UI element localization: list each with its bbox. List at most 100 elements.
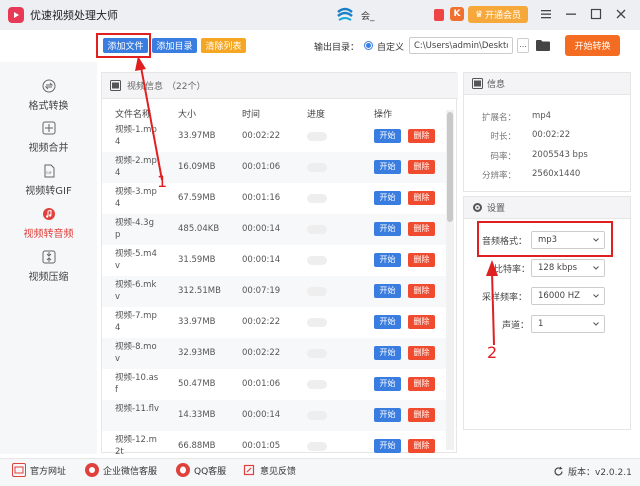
file-name-cell: 视频-4.3gp [115,218,154,240]
table-row[interactable]: 视频-1.mp4 33.97MB 00:02:22 开始 删除 [102,121,448,152]
website-label: 官方网址 [30,466,67,477]
file-name-cell: 视频-12.m2t [115,435,157,457]
file-panel-header: 视频信息 （22个） [102,73,458,99]
custom-dir-radio-label[interactable]: 自定义 [377,40,404,53]
file-name-cell: 视频-6.mkv [115,280,157,302]
start-button[interactable]: 开始 [374,191,401,205]
menu-icon[interactable] [538,6,554,22]
column-header-duration[interactable]: 时间 [242,107,260,120]
sidebar-item-label: 视频合并 [28,142,69,154]
delete-button[interactable]: 删除 [408,315,435,329]
delete-button[interactable]: 删除 [408,129,435,143]
start-button[interactable]: 开始 [374,346,401,360]
website-icon [12,463,26,477]
progress-bar [307,225,327,234]
sidebar-item-video-compress[interactable]: 视频压缩 [0,246,97,286]
delete-button[interactable]: 删除 [408,284,435,298]
open-folder-icon[interactable] [536,39,550,51]
user-area[interactable]: 会_ [335,6,383,24]
progress-bar [307,411,327,420]
progress-bar [307,442,327,451]
annotation-number-2: 2 [487,343,498,362]
sidebar-item-format-convert[interactable]: 格式转换 [0,75,97,115]
bitrate-select[interactable]: 128 kbps [531,259,605,277]
notification-badge[interactable] [434,9,444,21]
table-row[interactable]: 视频-6.mkv 312.51MB 00:07:19 开始 删除 [102,276,448,307]
start-button[interactable]: 开始 [374,439,401,453]
qq-icon [176,463,190,477]
column-header-name[interactable]: 文件名称 [115,107,151,120]
delete-button[interactable]: 删除 [408,408,435,422]
feedback-label: 意见反馈 [260,466,297,477]
sample-rate-label: 采样频率： [482,293,528,303]
delete-button[interactable]: 删除 [408,439,435,453]
settings-panel-header: 设置 [464,197,630,219]
file-duration-cell: 00:02:22 [242,317,281,327]
browse-more-button[interactable]: ... [517,38,529,53]
file-size-cell: 50.47MB [178,379,216,389]
table-row[interactable]: 视频-10.asf 50.47MB 00:01:06 开始 删除 [102,369,448,400]
start-button[interactable]: 开始 [374,377,401,391]
delete-button[interactable]: 删除 [408,346,435,360]
output-path-input[interactable] [409,37,513,54]
wechat-support-link[interactable]: 企业微信客服 [85,463,157,477]
file-duration-cell: 00:01:06 [242,379,281,389]
clear-list-button[interactable]: 清除列表 [201,38,246,53]
delete-button[interactable]: 删除 [408,253,435,267]
delete-button[interactable]: 删除 [408,222,435,236]
file-name-cell: 视频-2.mp4 [115,156,157,178]
qq-support-link[interactable]: QQ客服 [176,463,226,477]
close-icon[interactable] [613,6,629,22]
vip-k-badge[interactable]: K [450,7,464,21]
table-row[interactable]: 视频-3.mp4 67.59MB 00:01:16 开始 删除 [102,183,448,214]
table-row[interactable]: 视频-4.3gp 485.04KB 00:00:14 开始 删除 [102,214,448,245]
sidebar-item-video-to-gif[interactable]: GIF 视频转GIF [0,160,97,200]
bitrate-value: 128 kbps [538,263,578,273]
progress-bar [307,287,327,296]
channels-select[interactable]: 1 [531,315,605,333]
sample-rate-select[interactable]: 16000 HZ [531,287,605,305]
video-merge-icon [42,121,56,135]
start-button[interactable]: 开始 [374,222,401,236]
minimize-icon[interactable] [563,6,579,22]
table-row[interactable]: 视频-5.m4v 31.59MB 00:00:14 开始 删除 [102,245,448,276]
info-panel-header: 信息 [464,73,630,95]
info-key: 码率： [490,152,516,162]
maximize-icon[interactable] [588,6,604,22]
delete-button[interactable]: 删除 [408,377,435,391]
user-name: 会_ [361,11,375,22]
custom-dir-radio[interactable] [364,41,373,50]
start-button[interactable]: 开始 [374,408,401,422]
file-list-scroll-thumb[interactable] [447,112,453,222]
table-row[interactable]: 视频-2.mp4 16.09MB 00:01:06 开始 删除 [102,152,448,183]
file-panel-title: 视频信息 [127,82,164,92]
channels-label: 声道： [502,321,530,331]
table-row[interactable]: 视频-8.mov 32.93MB 00:02:22 开始 删除 [102,338,448,369]
start-convert-button[interactable]: 开始转换 [565,35,620,56]
start-button[interactable]: 开始 [374,284,401,298]
delete-button[interactable]: 删除 [408,160,435,174]
progress-bar [307,132,327,141]
app-logo-icon [8,7,24,23]
sidebar-item-label: 视频转GIF [25,185,72,197]
version-info[interactable]: 版本：v2.0.2.1 [553,465,632,478]
file-size-cell: 66.88MB [178,441,216,451]
annotation-number-1: 1 [157,172,168,191]
start-button[interactable]: 开始 [374,160,401,174]
feedback-link[interactable]: 意见反馈 [242,463,296,477]
start-button[interactable]: 开始 [374,129,401,143]
file-duration-cell: 00:02:22 [242,348,281,358]
sidebar-item-video-to-audio[interactable]: 视频转音频 [0,203,97,243]
add-directory-button[interactable]: 添加目录 [152,38,197,53]
table-row[interactable]: 视频-7.mp4 33.97MB 00:02:22 开始 删除 [102,307,448,338]
delete-button[interactable]: 删除 [408,191,435,205]
column-header-size[interactable]: 大小 [178,107,196,120]
website-link[interactable]: 官方网址 [12,463,66,477]
table-row[interactable]: 视频-11.flv 14.33MB 00:00:14 开始 删除 [102,400,448,431]
progress-bar [307,318,327,327]
start-button[interactable]: 开始 [374,253,401,267]
format-convert-icon [42,79,56,93]
sidebar-item-video-merge[interactable]: 视频合并 [0,117,97,157]
file-size-cell: 14.33MB [178,410,216,420]
start-button[interactable]: 开始 [374,315,401,329]
